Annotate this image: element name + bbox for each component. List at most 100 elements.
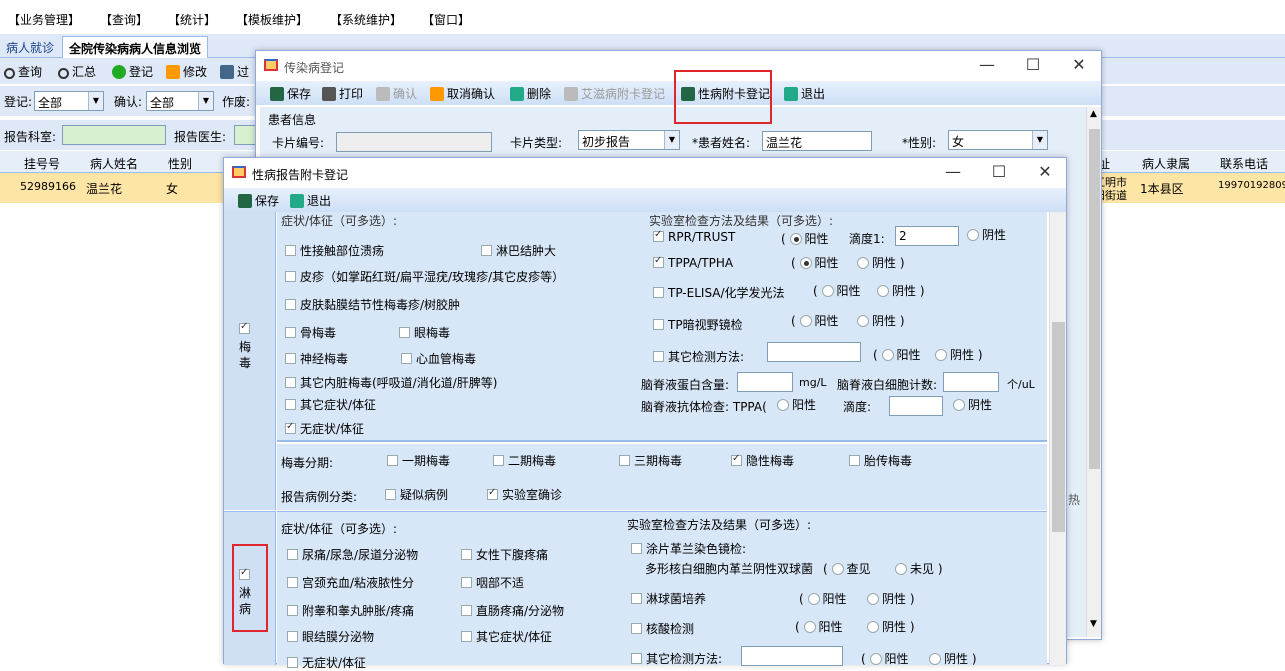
symptom-checkbox[interactable]: 皮肤黏膜结节性梅毒疹/树胶肿 <box>285 296 460 313</box>
card-no-input[interactable] <box>336 132 492 152</box>
syphilis-checkbox[interactable] <box>239 321 254 336</box>
stage-checkbox[interactable]: 隐性梅毒 <box>731 452 794 469</box>
delete-button[interactable]: 删除 <box>510 85 551 102</box>
tab-infectious-browse[interactable]: 全院传染病病人信息浏览 <box>62 36 209 58</box>
gon-other-positive-radio[interactable]: ( 阳性 <box>861 650 909 667</box>
menu-window[interactable]: 【窗口】 <box>422 11 470 28</box>
summary-button[interactable]: 汇总 <box>58 63 96 80</box>
titer-input[interactable]: 2 <box>895 226 959 246</box>
win2-scrollbar[interactable] <box>1049 212 1066 665</box>
elisa-positive-radio[interactable]: ( 阳性 <box>813 282 861 299</box>
win1-scrollbar[interactable]: ▲ ▼ <box>1086 107 1101 637</box>
other-lab-checkbox[interactable]: 其它检测方法: <box>653 348 744 365</box>
seen-radio[interactable]: ( 查见 <box>823 560 871 577</box>
elisa-negative-radio[interactable]: 阴性 ) <box>877 282 925 299</box>
symptom-checkbox[interactable]: 眼梅毒 <box>399 324 450 341</box>
rpr-checkbox[interactable]: RPR/TRUST <box>653 229 735 244</box>
other-positive-radio[interactable]: ( 阳性 <box>873 346 921 363</box>
exit-button[interactable]: 退出 <box>290 192 331 209</box>
tppa-checkbox[interactable]: TPPA/TPHA <box>653 255 733 270</box>
col-name[interactable]: 病人姓名 <box>90 155 138 172</box>
minimize-button[interactable]: — <box>972 55 1002 75</box>
stage-checkbox[interactable]: 三期梅毒 <box>619 452 682 469</box>
exit-button[interactable]: 退出 <box>784 85 825 102</box>
minimize-button[interactable]: — <box>938 162 968 182</box>
csf-protein-input[interactable] <box>737 372 793 392</box>
gon-other-negative-radio[interactable]: 阴性 ) <box>929 650 977 667</box>
gon-symptom-checkbox[interactable]: 无症状/体征 <box>287 654 366 671</box>
darkfield-checkbox[interactable]: TP暗视野镜检 <box>653 316 743 333</box>
symptom-checkbox[interactable]: 皮疹（如掌跖红斑/扁平湿疣/玫瑰疹/其它皮疹等） <box>285 268 564 285</box>
class-checkbox[interactable]: 实验室确诊 <box>487 486 562 503</box>
query-button[interactable]: 查询 <box>4 63 42 80</box>
save-button[interactable]: 保存 <box>270 85 311 102</box>
unseen-radio[interactable]: 未见 ) <box>895 560 943 577</box>
sex-select[interactable]: 女 ▼ <box>948 130 1048 150</box>
print-button[interactable]: 打印 <box>322 85 363 102</box>
tppa-negative-radio[interactable]: 阴性 ) <box>857 254 905 271</box>
col-phone[interactable]: 联系电话 <box>1220 155 1268 172</box>
menu-system[interactable]: 【系统维护】 <box>330 11 402 28</box>
nucleic-checkbox[interactable]: 核酸检测 <box>631 620 694 637</box>
chevron-down-icon[interactable]: ▼ <box>1090 619 1097 629</box>
symptom-checkbox[interactable]: 其它内脏梅毒(呼吸道/消化道/肝脾等) <box>285 374 497 391</box>
menu-business[interactable]: 【业务管理】 <box>8 11 80 28</box>
menu-template[interactable]: 【模板维护】 <box>236 11 308 28</box>
cancel-confirm-button[interactable]: 取消确认 <box>430 85 495 102</box>
name-input[interactable]: 温兰花 <box>762 131 872 151</box>
nucleic-negative-radio[interactable]: 阴性 ) <box>867 618 915 635</box>
edit-button[interactable]: 修改 <box>166 63 207 80</box>
menu-stats[interactable]: 【统计】 <box>168 11 216 28</box>
elisa-checkbox[interactable]: TP-ELISA/化学发光法 <box>653 284 785 301</box>
gon-symptom-checkbox[interactable]: 直肠疼痛/分泌物 <box>461 602 564 619</box>
gon-symptom-checkbox[interactable]: 附睾和睾丸肿胀/疼痛 <box>287 602 414 619</box>
confirm-button[interactable]: 确认 <box>376 85 417 102</box>
scroll-thumb[interactable] <box>1089 129 1100 469</box>
titer2-input[interactable] <box>889 396 943 416</box>
close-button[interactable]: ✕ <box>1030 162 1060 182</box>
gon-symptom-checkbox[interactable]: 尿痛/尿急/尿道分泌物 <box>287 546 418 563</box>
menu-query[interactable]: 【查询】 <box>100 11 148 28</box>
stage-checkbox[interactable]: 一期梅毒 <box>387 452 450 469</box>
culture-negative-radio[interactable]: 阴性 ) <box>867 590 915 607</box>
filter-button[interactable]: 过 <box>220 63 249 80</box>
gon-other-input[interactable] <box>741 646 843 666</box>
gon-other-checkbox[interactable]: 其它检测方法: <box>631 650 722 667</box>
save-button[interactable]: 保存 <box>238 192 279 209</box>
scroll-thumb[interactable] <box>1052 322 1065 532</box>
symptom-checkbox[interactable]: 神经梅毒 <box>285 350 348 367</box>
csf-negative-radio[interactable]: 阴性 <box>953 396 992 413</box>
stage-checkbox[interactable]: 胎传梅毒 <box>849 452 912 469</box>
aids-card-button[interactable]: 艾滋病附卡登记 <box>564 85 665 102</box>
symptom-checkbox[interactable]: 淋巴结肿大 <box>481 242 556 259</box>
symptom-checkbox[interactable]: 无症状/体征 <box>285 420 364 437</box>
rpr-positive-radio[interactable]: ( 阳性 <box>781 230 829 247</box>
rpr-negative-radio[interactable]: 阴性 <box>967 226 1006 243</box>
nucleic-positive-radio[interactable]: ( 阳性 <box>795 618 843 635</box>
symptom-checkbox[interactable]: 其它症状/体征 <box>285 396 376 413</box>
card-type-select[interactable]: 初步报告 ▼ <box>578 130 680 150</box>
maximize-button[interactable]: ☐ <box>984 162 1014 182</box>
gon-symptom-checkbox[interactable]: 宫颈充血/粘液脓性分 <box>287 574 414 591</box>
reg-select[interactable]: 全部 ▼ <box>34 91 104 111</box>
col-belong[interactable]: 病人隶属 <box>1142 155 1190 172</box>
csf-positive-radio[interactable]: 阳性 <box>777 396 816 413</box>
gon-symptom-checkbox[interactable]: 咽部不适 <box>461 574 524 591</box>
col-reg-no[interactable]: 挂号号 <box>24 155 60 172</box>
col-sex[interactable]: 性别 <box>168 155 192 172</box>
other-lab-input[interactable] <box>767 342 861 362</box>
confirm-select[interactable]: 全部 ▼ <box>146 91 214 111</box>
culture-positive-radio[interactable]: ( 阳性 <box>799 590 847 607</box>
smear-checkbox[interactable]: 涂片革兰染色镜检: <box>631 540 746 557</box>
symptom-checkbox[interactable]: 心血管梅毒 <box>401 350 476 367</box>
other-negative-radio[interactable]: 阴性 ) <box>935 346 983 363</box>
tab-patient-visit[interactable]: 病人就诊 <box>0 36 60 58</box>
close-button[interactable]: ✕ <box>1064 55 1094 75</box>
tppa-positive-radio[interactable]: ( 阳性 <box>791 254 839 271</box>
darkfield-negative-radio[interactable]: 阴性 ) <box>857 312 905 329</box>
dept-input[interactable] <box>62 125 166 145</box>
symptom-checkbox[interactable]: 骨梅毒 <box>285 324 336 341</box>
chevron-up-icon[interactable]: ▲ <box>1090 109 1097 119</box>
stage-checkbox[interactable]: 二期梅毒 <box>493 452 556 469</box>
maximize-button[interactable]: ☐ <box>1018 55 1048 75</box>
